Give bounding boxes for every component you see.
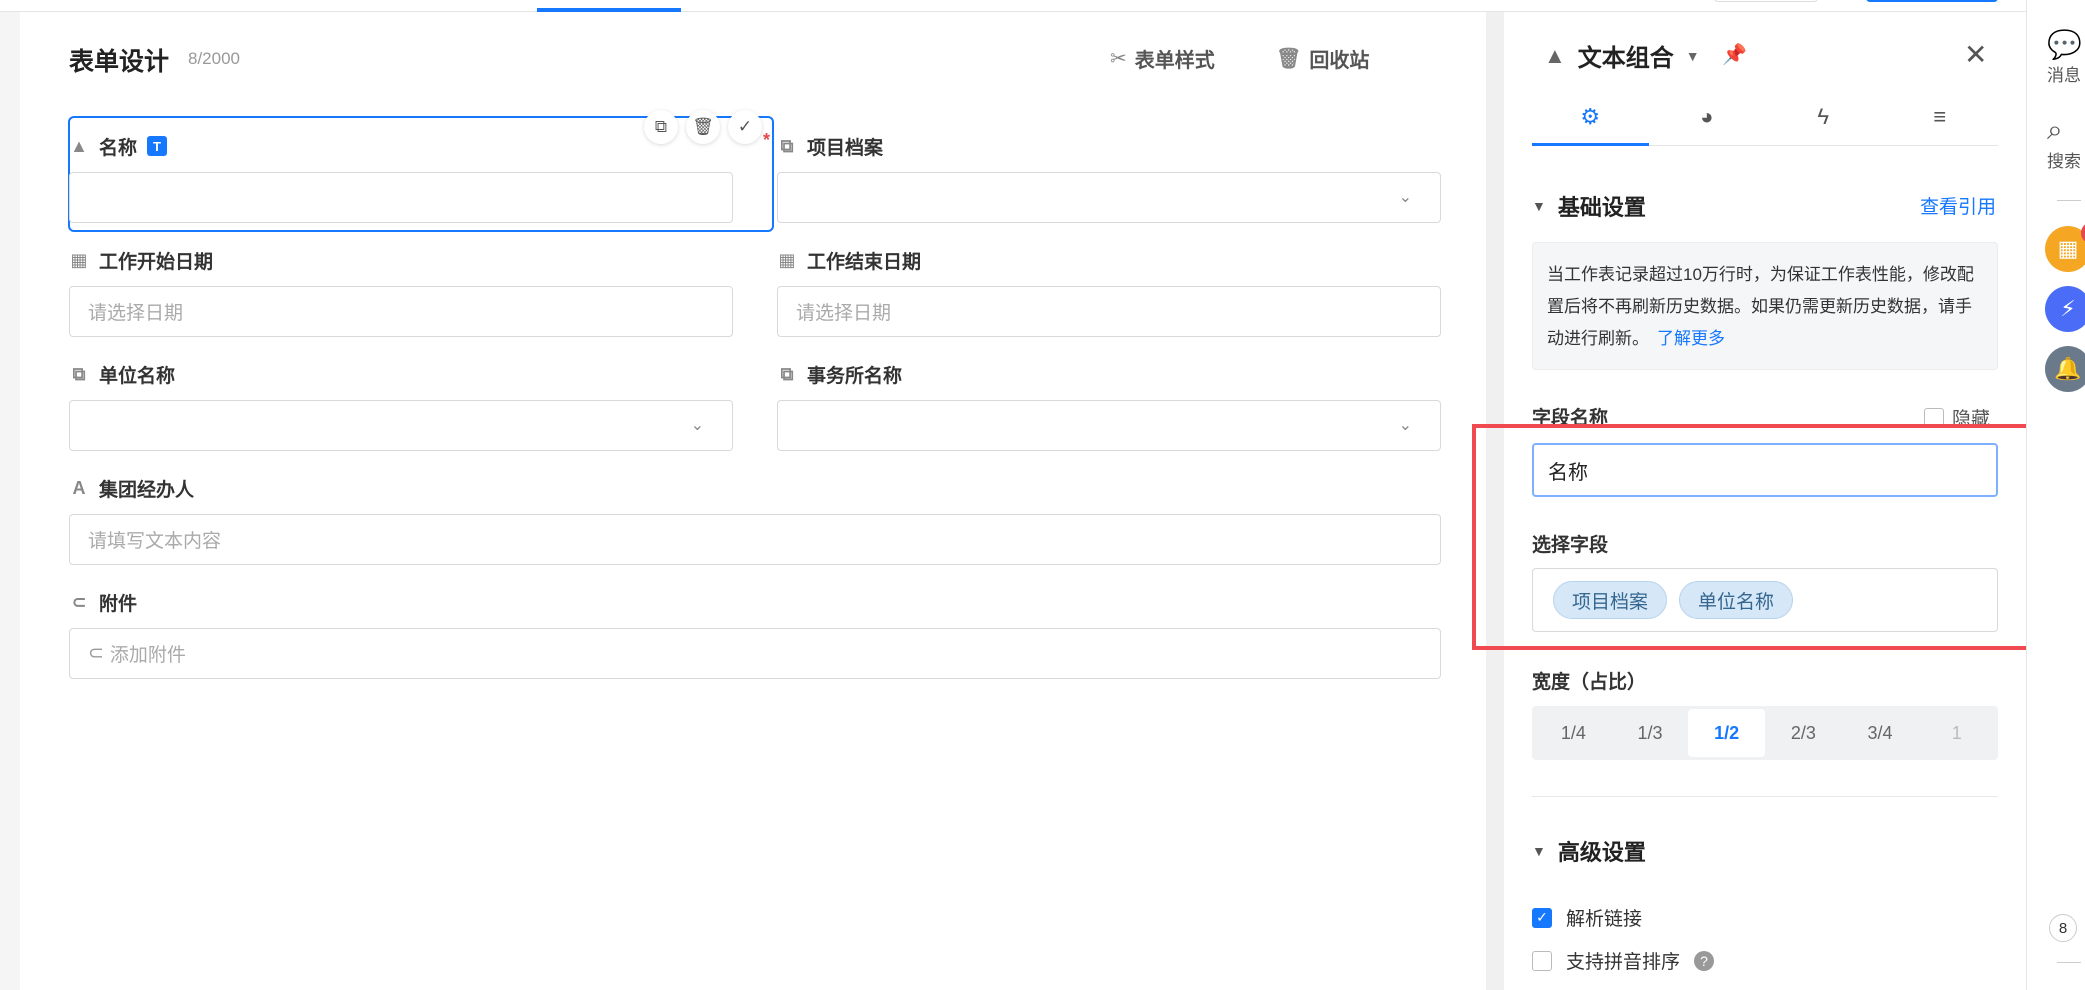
chevron-down-icon: ⌄ [1398, 417, 1412, 434]
divider [2057, 962, 2081, 963]
parse-link-option[interactable]: ✓ 解析链接 [1532, 904, 1642, 931]
add-attachment-label: 添加附件 [109, 645, 186, 666]
ai-assistant-icon[interactable]: ⚡ [2045, 286, 2085, 332]
view-references-link[interactable]: 查看引用 [1920, 192, 1996, 219]
name-input[interactable] [69, 172, 733, 223]
office-select[interactable]: ⌄ [777, 400, 1441, 451]
chevron-down-icon: ⌄ [690, 417, 704, 434]
pin-icon[interactable]: 📌 [1722, 42, 1747, 67]
check-icon[interactable]: ✓ [728, 110, 762, 144]
field-name-label: 名称 [99, 137, 138, 159]
recycle-bin-button[interactable]: 🗑 回收站 [1276, 44, 1369, 73]
lightning-icon[interactable]: ϟ [1765, 96, 1882, 145]
field-end-date-label: 工作结束日期 [807, 251, 922, 273]
field-toolbar: ⧉ 🗑 ✓ [644, 110, 762, 144]
field-office-label: 事务所名称 [807, 365, 903, 387]
divider [2057, 200, 2081, 201]
highlight-annotation [1472, 424, 2032, 650]
performance-notice: 当工作表记录超过10万行时，为保证工作表性能，修改配置后将不再刷新历史数据。如果… [1532, 242, 1998, 370]
form-style-label: 表单样式 [1134, 50, 1215, 72]
advanced-settings-title: 高级设置 [1557, 840, 1646, 865]
shapes-icon: ▲ [70, 135, 88, 156]
chevron-down-icon: ⌄ [1398, 189, 1412, 206]
page-number[interactable]: 8 [2049, 914, 2077, 942]
end-date-input[interactable]: 请选择日期 [777, 286, 1441, 337]
panel-title[interactable]: ▲ 文本组合 ▼ [1544, 38, 1700, 73]
advanced-settings-header[interactable]: ▼ 高级设置 [1532, 835, 1646, 867]
basic-settings-title: 基础设置 [1557, 195, 1646, 220]
close-icon[interactable]: ✕ [1964, 38, 1987, 71]
apps-icon[interactable]: ▦ [2045, 226, 2085, 272]
help-icon[interactable]: ? [1694, 950, 1715, 971]
pinyin-sort-option[interactable]: 支持拼音排序 ? [1532, 947, 1715, 974]
copy-icon[interactable]: ⧉ [644, 110, 678, 144]
start-date-input[interactable]: 请选择日期 [69, 286, 733, 337]
page-title: 表单设计 [69, 48, 170, 76]
triangle-down-icon: ▼ [1532, 198, 1546, 214]
field-count: 8/2000 [188, 49, 240, 68]
right-sidebar: 💬 消息 ⌕ 搜索 ▦ 8 ⚡ 🔔 8 [2026, 0, 2085, 990]
relation-icon: ⧉ [72, 363, 86, 384]
notice-text: 当工作表记录超过10万行时，为保证工作表性能，修改配置后将不再刷新历史数据。如果… [1547, 265, 1974, 348]
text-icon: A [72, 477, 86, 498]
parse-link-label: 解析链接 [1566, 909, 1643, 930]
width-option[interactable]: 2/3 [1765, 709, 1842, 757]
width-option[interactable]: 1/4 [1535, 709, 1612, 757]
top-secondary-button[interactable] [1714, 0, 1818, 2]
field-attachment-label: 附件 [99, 593, 138, 615]
width-option[interactable]: 1 [1918, 709, 1995, 757]
width-label: 宽度（占比） [1532, 672, 1647, 693]
sort-icon[interactable]: ≡ [1882, 96, 1999, 145]
field-project-label: 项目档案 [807, 137, 884, 159]
required-mark: * [763, 130, 771, 150]
caret-down-icon[interactable]: ▼ [1686, 48, 1700, 64]
field-agent-label: 集团经办人 [99, 479, 195, 501]
paperclip-icon: ⊂ [88, 643, 104, 664]
paperclip-icon: ⊂ [71, 591, 87, 612]
width-option-selected[interactable]: 1/2 [1688, 709, 1766, 757]
wrench-icon: ✂ [1110, 48, 1127, 70]
relation-icon: ⧉ [780, 135, 794, 156]
palette-icon[interactable]: ◕ [1649, 96, 1766, 145]
trash-icon: 🗑 [1276, 48, 1302, 70]
recycle-bin-label: 回收站 [1309, 50, 1370, 72]
chat-icon: 💬 [2047, 29, 2082, 60]
divider [1532, 796, 1998, 797]
messages-button[interactable]: 💬 消息 [2047, 28, 2085, 86]
calendar-icon: ▦ [70, 249, 88, 270]
learn-more-link[interactable]: 了解更多 [1657, 329, 1725, 348]
search-button[interactable]: ⌕ 搜索 [2047, 114, 2085, 172]
panel-title-text: 文本组合 [1577, 45, 1674, 72]
pinyin-sort-label: 支持拼音排序 [1566, 952, 1681, 973]
text-type-badge: T [147, 136, 168, 156]
width-selector: 1/4 1/3 1/2 2/3 3/4 1 [1532, 706, 1998, 760]
search-label: 搜索 [2047, 152, 2081, 171]
width-option[interactable]: 3/4 [1842, 709, 1919, 757]
bell-icon[interactable]: 🔔 [2045, 346, 2085, 392]
add-attachment-button[interactable]: ⊂ 添加附件 [69, 628, 1441, 679]
top-bar [0, 0, 2030, 12]
parse-link-checkbox[interactable]: ✓ [1532, 907, 1552, 928]
panel-tabs: ⚙ ◕ ϟ ≡ [1532, 96, 1998, 146]
agent-input[interactable]: 请填写文本内容 [69, 514, 1441, 565]
relation-icon: ⧉ [780, 363, 794, 384]
project-select[interactable]: ⌄ [777, 172, 1441, 223]
settings-icon[interactable]: ⚙ [1532, 96, 1649, 146]
width-option[interactable]: 1/3 [1612, 709, 1689, 757]
pinyin-sort-checkbox[interactable] [1532, 950, 1552, 971]
field-start-date-label: 工作开始日期 [99, 251, 214, 273]
messages-label: 消息 [2047, 66, 2081, 85]
basic-settings-header[interactable]: ▼ 基础设置 [1532, 190, 1646, 222]
unit-select[interactable]: ⌄ [69, 400, 733, 451]
field-unit-label: 单位名称 [99, 365, 176, 387]
calendar-icon: ▦ [778, 249, 796, 270]
search-icon: ⌕ [2047, 114, 2063, 145]
triangle-down-icon: ▼ [1532, 843, 1546, 859]
delete-icon[interactable]: 🗑 [686, 110, 720, 144]
top-primary-button[interactable] [1866, 0, 1998, 2]
shapes-icon: ▲ [1544, 42, 1566, 68]
form-style-button[interactable]: ✂ 表单样式 [1110, 44, 1215, 73]
form-canvas: 表单设计 8/2000 ✂ 表单样式 🗑 回收站 ⧉ 🗑 ✓ ▲ 名称 T * … [20, 12, 1486, 990]
